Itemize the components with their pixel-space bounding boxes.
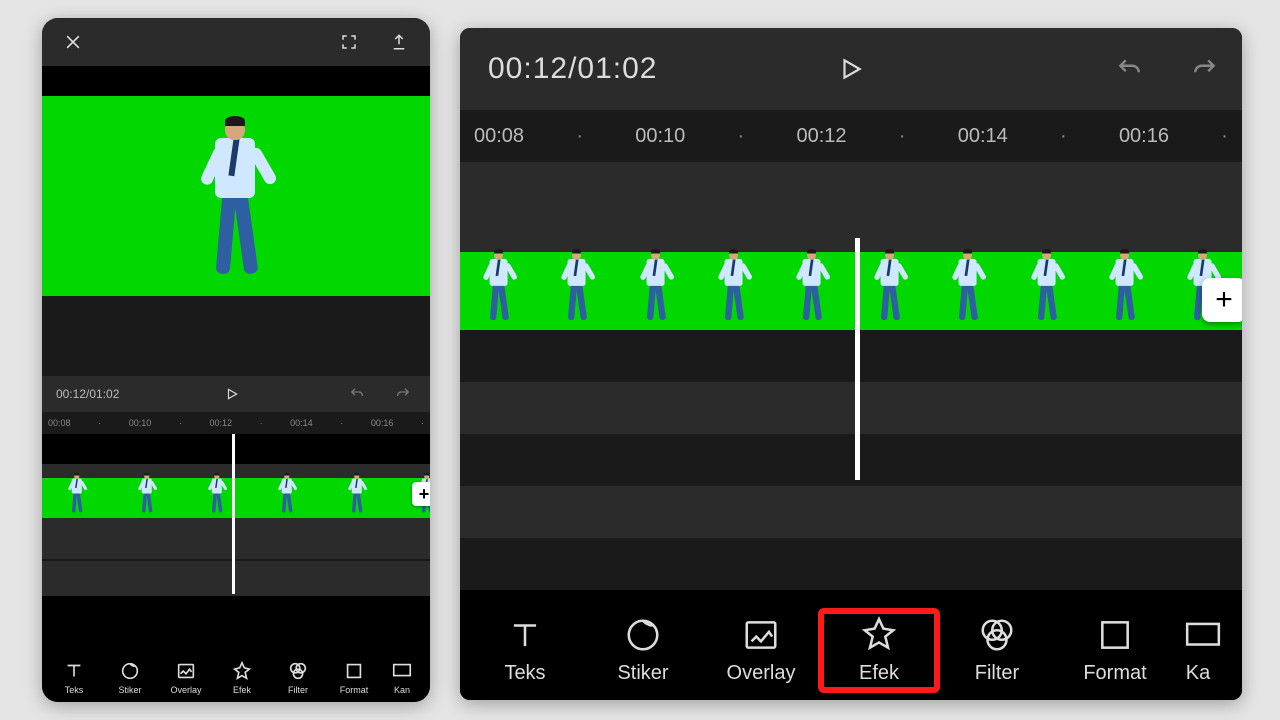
tool-label: Efek <box>859 662 899 685</box>
tool-teks[interactable]: Teks <box>46 660 102 695</box>
timeline-track[interactable]: + <box>42 464 430 524</box>
tool-label: Stiker <box>118 685 141 695</box>
tick-dot: · <box>899 125 906 148</box>
tick: 00:08 <box>474 125 524 148</box>
greenscreen-subject <box>201 116 271 296</box>
tick-dot: · <box>576 125 583 148</box>
top-bar <box>42 18 430 66</box>
tool-label: Ka <box>1186 662 1210 685</box>
video-clip[interactable] <box>460 252 1242 330</box>
tick-dot: · <box>340 418 343 428</box>
tool-label: Format <box>1083 662 1146 685</box>
redo-icon[interactable] <box>390 381 416 407</box>
tick-dot: · <box>179 418 182 428</box>
timeline-ruler[interactable]: 00:08 · 00:10 · 00:12 · 00:14 · 00:16 · <box>460 110 1242 162</box>
tool-stiker[interactable]: Stiker <box>584 610 702 691</box>
bottom-toolbar: Teks Stiker Overlay Efek Filter Format K… <box>460 600 1242 700</box>
tick: 00:12 <box>209 418 232 428</box>
timeline-ruler[interactable]: 00:08 · 00:10 · 00:12 · 00:14 · 00:16 · <box>42 412 430 434</box>
tool-efek[interactable]: Efek <box>214 660 270 695</box>
tick-dot: · <box>260 418 263 428</box>
video-preview[interactable] <box>42 96 430 296</box>
tool-label: Teks <box>504 662 545 685</box>
tick: 00:10 <box>129 418 152 428</box>
tool-label: Efek <box>233 685 251 695</box>
tool-teks[interactable]: Teks <box>466 610 584 691</box>
tool-label: Overlay <box>727 662 796 685</box>
extra-tracks[interactable] <box>42 524 430 594</box>
tick: 00:10 <box>635 125 685 148</box>
add-clip-button[interactable]: + <box>412 482 430 506</box>
bottom-toolbar: Teks Stiker Overlay Efek Filter Format K… <box>42 652 430 702</box>
tick: 00:14 <box>290 418 313 428</box>
tool-filter[interactable]: Filter <box>938 610 1056 691</box>
tool-overlay[interactable]: Overlay <box>702 610 820 691</box>
transport-bar: 00:12/01:02 <box>42 376 430 412</box>
playhead[interactable] <box>232 434 235 594</box>
editor-timeline-zoom: 00:12/01:02 00:08 · 00:10 · 00:12 · 00:1… <box>460 28 1242 700</box>
tool-label: Stiker <box>617 662 668 685</box>
undo-icon[interactable] <box>344 381 370 407</box>
playhead[interactable] <box>855 238 860 480</box>
tick: 00:12 <box>796 125 846 148</box>
time-display: 00:12/01:02 <box>56 387 119 401</box>
tool-format[interactable]: Format <box>1056 610 1174 691</box>
tick-dot: · <box>1221 125 1228 148</box>
tool-overlay[interactable]: Overlay <box>158 660 214 695</box>
add-clip-button[interactable]: + <box>1202 278 1242 322</box>
tick: 00:16 <box>371 418 394 428</box>
tool-kanvas[interactable]: Ka <box>1174 610 1222 691</box>
tool-kanvas[interactable]: Kan <box>382 660 422 695</box>
transport-bar: 00:12/01:02 <box>460 28 1242 110</box>
tool-label: Kan <box>394 685 410 695</box>
tick-dot: · <box>98 418 101 428</box>
time-display: 00:12/01:02 <box>488 52 657 86</box>
export-icon[interactable] <box>386 29 412 55</box>
play-icon[interactable] <box>219 381 245 407</box>
tool-stiker[interactable]: Stiker <box>102 660 158 695</box>
tick-dot: · <box>1060 125 1067 148</box>
fullscreen-icon[interactable] <box>336 29 362 55</box>
tick: 00:08 <box>48 418 71 428</box>
tick-dot: · <box>738 125 745 148</box>
tick: 00:16 <box>1119 125 1169 148</box>
close-icon[interactable] <box>60 29 86 55</box>
editor-full-mobile: 00:12/01:02 00:08 · 00:10 · 00:12 · 00:1… <box>42 18 430 702</box>
play-icon[interactable] <box>838 56 864 82</box>
tool-label: Filter <box>975 662 1019 685</box>
undo-icon[interactable] <box>1116 56 1142 82</box>
tool-filter[interactable]: Filter <box>270 660 326 695</box>
tool-format[interactable]: Format <box>326 660 382 695</box>
tool-label: Overlay <box>170 685 201 695</box>
redo-icon[interactable] <box>1192 56 1218 82</box>
timeline-track[interactable]: + <box>460 252 1242 330</box>
tool-label: Teks <box>65 685 84 695</box>
tool-label: Format <box>340 685 369 695</box>
video-clip[interactable] <box>42 478 430 518</box>
tool-efek[interactable]: Efek <box>820 610 938 691</box>
tick: 00:14 <box>958 125 1008 148</box>
tool-label: Filter <box>288 685 308 695</box>
tick-dot: · <box>421 418 424 428</box>
